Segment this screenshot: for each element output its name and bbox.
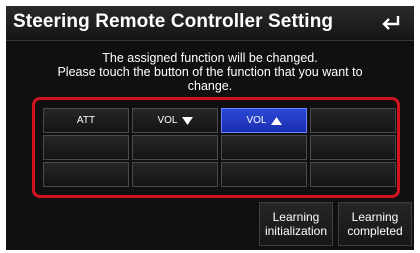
back-arrow-icon — [382, 16, 400, 30]
function-button-empty[interactable] — [310, 162, 396, 187]
triangle-up-icon — [270, 116, 282, 125]
function-button-empty[interactable] — [43, 162, 129, 187]
learning-initialization-label: Learning initialization — [264, 210, 328, 238]
function-button-empty[interactable] — [310, 135, 396, 160]
function-button-empty[interactable] — [310, 108, 396, 133]
function-grid-highlight: ATT VOL VOL — [32, 97, 400, 198]
learning-initialization-button[interactable]: Learning initialization — [259, 202, 333, 246]
triangle-down-icon — [181, 116, 193, 125]
function-button-empty[interactable] — [43, 135, 129, 160]
function-label: ATT — [76, 115, 96, 126]
function-button-vol-down[interactable]: VOL — [132, 108, 218, 133]
learning-completed-button[interactable]: Learning completed — [338, 202, 412, 246]
function-button-empty[interactable] — [221, 162, 307, 187]
function-button-empty[interactable] — [132, 162, 218, 187]
back-button[interactable] — [374, 10, 408, 36]
steering-remote-screen: Steering Remote Controller Setting The a… — [6, 6, 414, 250]
function-label: VOL — [157, 115, 178, 126]
function-label: VOL — [246, 115, 267, 126]
page-title: Steering Remote Controller Setting — [13, 11, 334, 32]
instruction-text: The assigned function will be changed. P… — [57, 51, 363, 93]
function-button-grid: ATT VOL VOL — [43, 108, 396, 187]
function-button-empty[interactable] — [132, 135, 218, 160]
title-bar: Steering Remote Controller Setting — [6, 6, 414, 41]
learning-completed-label: Learning completed — [347, 210, 403, 238]
function-button-att[interactable]: ATT — [43, 108, 129, 133]
function-button-vol-up[interactable]: VOL — [221, 108, 307, 133]
function-button-empty[interactable] — [221, 135, 307, 160]
